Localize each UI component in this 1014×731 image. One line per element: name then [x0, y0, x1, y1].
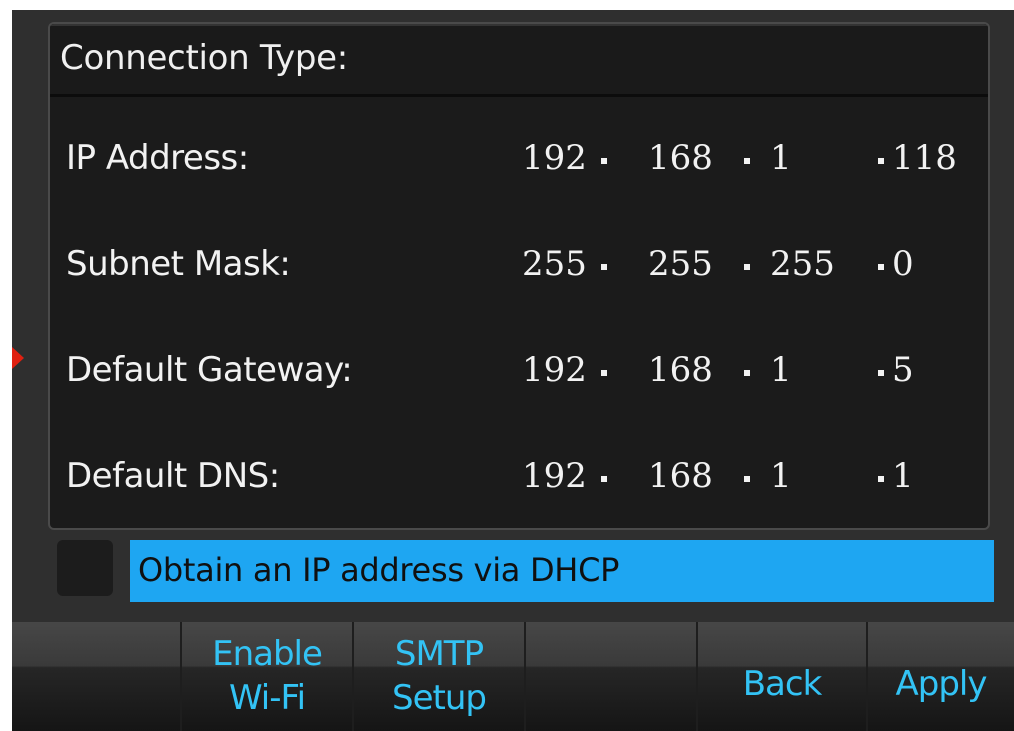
subnet-octet-2[interactable]: 255 — [648, 244, 713, 284]
subnet-octet-4[interactable]: 0 — [892, 244, 914, 284]
softkey-bar: Enable Wi-Fi SMTP Setup Back Apply — [12, 622, 1014, 731]
gateway-octet-2[interactable]: 168 — [648, 350, 713, 390]
ip-address-label: IP Address: — [66, 138, 249, 178]
default-gateway-label: Default Gateway: — [66, 350, 353, 390]
gateway-octet-4[interactable]: 5 — [892, 350, 914, 390]
network-settings-panel: Connection Type: IP Address: 192 168 1 1… — [48, 22, 990, 530]
subnet-mask-label: Subnet Mask: — [66, 244, 291, 284]
dns-octet-4[interactable]: 1 — [892, 456, 914, 496]
back-softkey[interactable]: Back — [696, 622, 866, 731]
octet-separator — [878, 158, 884, 164]
octet-separator — [744, 476, 750, 482]
red-pointer-arrow-icon — [12, 347, 24, 369]
octet-separator — [878, 476, 884, 482]
ip-octet-4[interactable]: 118 — [892, 138, 957, 178]
enable-wifi-line2: Wi-Fi — [228, 678, 306, 718]
dns-octet-2[interactable]: 168 — [648, 456, 713, 496]
enable-wifi-line1: Enable — [212, 634, 323, 674]
smtp-setup-line1: SMTP — [394, 634, 484, 674]
dhcp-option-label: Obtain an IP address via DHCP — [138, 551, 620, 589]
ip-octet-1[interactable]: 192 — [522, 138, 587, 178]
dhcp-checkbox[interactable] — [57, 540, 113, 596]
ip-octet-2[interactable]: 168 — [648, 138, 713, 178]
gateway-octet-3[interactable]: 1 — [770, 350, 792, 390]
octet-separator — [601, 476, 607, 482]
octet-separator — [878, 264, 884, 270]
softkey-4-blank[interactable] — [524, 622, 696, 731]
smtp-setup-softkey[interactable]: SMTP Setup — [352, 622, 524, 731]
octet-separator — [744, 264, 750, 270]
octet-separator — [878, 370, 884, 376]
gateway-octet-1[interactable]: 192 — [522, 350, 587, 390]
default-dns-label: Default DNS: — [66, 456, 280, 496]
softkey-1-blank[interactable] — [12, 622, 180, 731]
apply-softkey[interactable]: Apply — [866, 622, 1014, 731]
dns-octet-1[interactable]: 192 — [522, 456, 587, 496]
default-dns-row[interactable]: Default DNS: 192 168 1 1 — [50, 448, 988, 508]
ip-address-row[interactable]: IP Address: 192 168 1 118 — [50, 130, 988, 190]
connection-type-label: Connection Type: — [60, 38, 348, 78]
ip-octet-3[interactable]: 1 — [770, 138, 792, 178]
dhcp-option-highlight[interactable]: Obtain an IP address via DHCP — [130, 540, 994, 602]
smtp-setup-line2: Setup — [392, 678, 487, 718]
enable-wifi-softkey[interactable]: Enable Wi-Fi — [180, 622, 352, 731]
octet-separator — [744, 158, 750, 164]
octet-separator — [744, 370, 750, 376]
octet-separator — [601, 264, 607, 270]
apply-label: Apply — [895, 664, 988, 704]
subnet-octet-3[interactable]: 255 — [770, 244, 835, 284]
octet-separator — [601, 158, 607, 164]
back-label: Back — [742, 664, 823, 704]
subnet-mask-row[interactable]: Subnet Mask: 255 255 255 0 — [50, 236, 988, 296]
connection-type-header[interactable]: Connection Type: — [50, 24, 988, 97]
default-gateway-row[interactable]: Default Gateway: 192 168 1 5 — [50, 342, 988, 402]
device-screen: Connection Type: IP Address: 192 168 1 1… — [12, 10, 1014, 731]
subnet-octet-1[interactable]: 255 — [522, 244, 587, 284]
dns-octet-3[interactable]: 1 — [770, 456, 792, 496]
octet-separator — [601, 370, 607, 376]
